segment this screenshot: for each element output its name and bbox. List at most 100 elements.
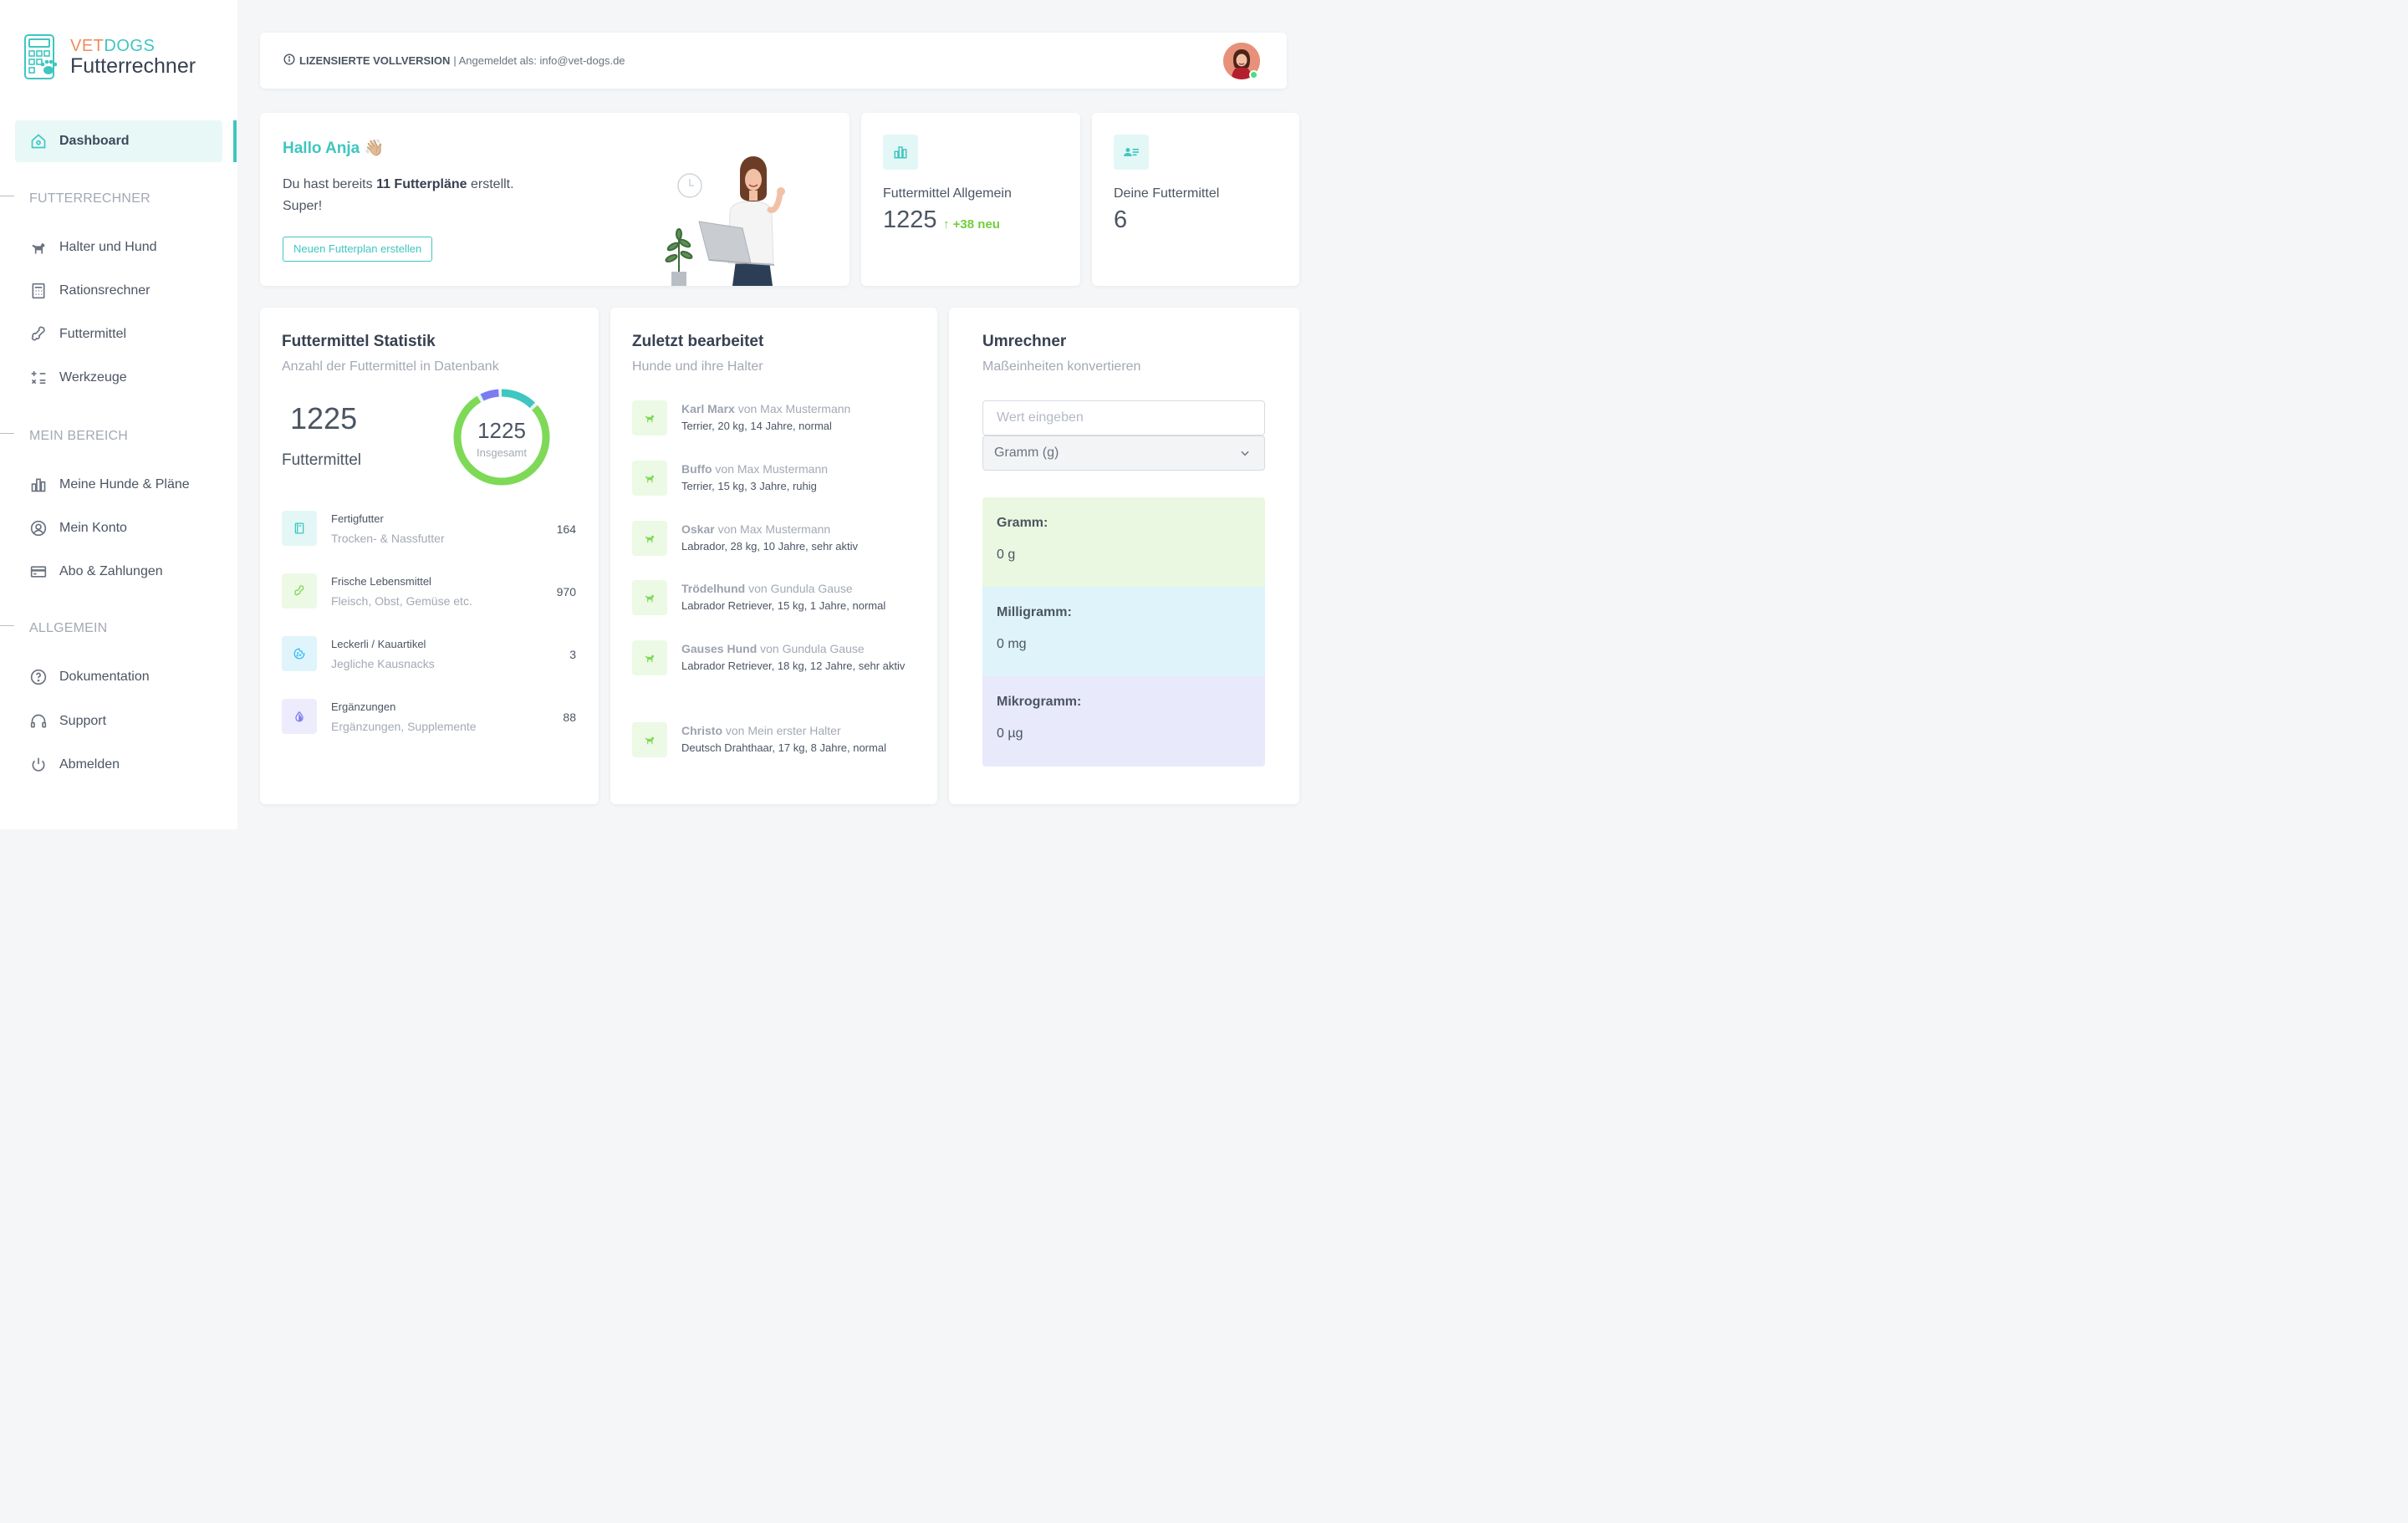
bone-icon (282, 573, 317, 609)
dog-icon (29, 238, 48, 257)
sidebar-item-label: Abmelden (59, 757, 120, 772)
dog-icon (632, 461, 667, 496)
category-row-fertigfutter[interactable]: Fertigfutter Trocken- & Nassfutter 164 (282, 511, 576, 546)
panel-title: Zuletzt bearbeitet (632, 333, 764, 350)
recently-edited-panel: Zuletzt bearbeitet Hunde und ihre Halter… (610, 308, 937, 804)
result-label: Mikrogramm: (997, 695, 1082, 709)
dog-icon (632, 580, 667, 615)
sidebar-item-label: Halter und Hund (59, 240, 157, 254)
brand-title: Futterrechner (70, 53, 196, 78)
dog-icon (632, 640, 667, 675)
welcome-greeting: Hallo Anja 👋🏼 (283, 140, 385, 157)
sidebar-item-mein-konto[interactable]: Mein Konto (15, 507, 222, 549)
stat-card-deine-futtermittel: Deine Futtermittel 6 (1092, 113, 1299, 286)
chevron-down-icon (1239, 436, 1251, 470)
sidebar-item-futtermittel[interactable]: Futtermittel (15, 313, 222, 355)
category-count: 88 (563, 711, 576, 724)
category-count: 970 (556, 585, 576, 599)
dog-icon (632, 521, 667, 556)
brand-name: VETDOGS (70, 36, 156, 55)
license-status: LIZENSIERTE VOLLVERSION (299, 54, 451, 67)
sidebar-item-label: Meine Hunde & Pläne (59, 477, 190, 492)
sidebar-item-abmelden[interactable]: Abmelden (15, 744, 222, 786)
section-heading-mein-bereich: MEIN BEREICH (29, 429, 128, 443)
result-milligramm: Milligramm: 0 mg (982, 587, 1265, 676)
futtermittel-statistik-panel: Futtermittel Statistik Anzahl der Futter… (260, 308, 599, 804)
category-description: Ergänzungen, Supplemente (331, 720, 477, 733)
sidebar-item-label: Abo & Zahlungen (59, 564, 163, 578)
value-input[interactable]: Wert eingeben (982, 400, 1265, 436)
result-gramm: Gramm: 0 g (982, 497, 1265, 587)
login-info: | Angemeldet als: info@vet-dogs.de (453, 54, 625, 67)
stat-value: 1225 (883, 206, 937, 233)
panel-subtitle: Hunde und ihre Halter (632, 359, 763, 374)
dog-details: Labrador, 28 kg, 10 Jahre, sehr aktiv (681, 540, 859, 553)
total-count: 1225 (290, 401, 358, 436)
result-label: Milligramm: (997, 605, 1072, 619)
unit-select[interactable]: Gramm (g) (982, 436, 1265, 471)
sidebar-item-werkzeuge[interactable]: Werkzeuge (15, 357, 222, 399)
sidebar-item-abo-zahlungen[interactable]: Abo & Zahlungen (15, 551, 222, 593)
panel-subtitle: Maßeinheiten konvertieren (982, 359, 1141, 374)
calculator-icon (29, 282, 48, 300)
total-label: Futtermittel (282, 451, 362, 469)
category-name: Frische Lebensmittel (331, 575, 431, 588)
stat-label: Futtermittel Allgemein (883, 186, 1012, 201)
dog-owner-line: Trödelhund von Gundula Gause (681, 582, 853, 595)
bone-icon (29, 325, 48, 344)
unit-converter-panel: Umrechner Maßeinheiten konvertieren Wert… (949, 308, 1299, 804)
result-mikrogramm: Mikrogramm: 0 µg (982, 676, 1265, 767)
welcome-text: Du hast bereits 11 Futterpläne erstellt.… (283, 177, 514, 213)
section-divider (0, 625, 14, 626)
sidebar-item-halter-und-hund[interactable]: Halter und Hund (15, 227, 222, 268)
chart-icon (883, 135, 918, 170)
dog-details: Deutsch Drahthaar, 17 kg, 8 Jahre, norma… (681, 741, 886, 754)
dog-details: Labrador Retriever, 18 kg, 12 Jahre, seh… (681, 660, 906, 672)
donut-total: 1225 (477, 418, 526, 443)
create-plan-button[interactable]: Neuen Futterplan erstellen (283, 237, 433, 262)
sidebar-item-label: Support (59, 714, 107, 728)
category-count: 3 (569, 648, 576, 661)
help-circle-icon (29, 668, 48, 686)
sidebar-item-label: Dashboard (59, 134, 130, 148)
stat-value: 6 (1114, 206, 1128, 233)
woman-laptop-illustration (665, 156, 785, 286)
arrow-up-icon: ↑ (943, 217, 950, 232)
category-row-ergaenzungen[interactable]: Ergänzungen Ergänzungen, Supplemente 88 (282, 699, 576, 734)
dog-owner-line: Christo von Mein erster Halter (681, 724, 841, 737)
panel-subtitle: Anzahl der Futtermittel in Datenbank (282, 359, 499, 374)
stat-label: Deine Futtermittel (1114, 186, 1220, 201)
online-status-dot (1249, 70, 1258, 79)
cookie-icon (282, 636, 317, 671)
sidebar-item-dokumentation[interactable]: Dokumentation (15, 656, 222, 698)
category-description: Trocken- & Nassfutter (331, 532, 445, 545)
category-count: 164 (556, 522, 576, 536)
calculator-paw-icon (24, 34, 57, 79)
sidebar-item-meine-hunde[interactable]: Meine Hunde & Pläne (15, 464, 222, 506)
app-logo[interactable]: VETDOGS Futterrechner (23, 33, 196, 80)
section-divider (0, 433, 14, 434)
dog-details: Terrier, 15 kg, 3 Jahre, ruhig (681, 480, 817, 492)
sidebar-item-rationsrechner[interactable]: Rationsrechner (15, 270, 222, 312)
sidebar-item-support[interactable]: Support (15, 700, 222, 742)
dog-icon (632, 400, 667, 436)
book-icon (282, 511, 317, 546)
sidebar-item-dashboard[interactable]: Dashboard (15, 120, 222, 162)
stat-delta: ↑ +38 neu (943, 217, 1000, 232)
drop-icon (282, 699, 317, 734)
dog-owner-line: Karl Marx von Max Mustermann (681, 402, 851, 415)
sidebar-item-label: Mein Konto (59, 521, 127, 535)
bar-chart-icon (29, 476, 48, 494)
panel-title: Umrechner (982, 333, 1067, 350)
stat-card-futtermittel-allgemein: Futtermittel Allgemein 1225 ↑ +38 neu (861, 113, 1080, 286)
contact-card-icon (1114, 135, 1149, 170)
result-value: 0 g (997, 548, 1016, 562)
home-icon (29, 132, 48, 150)
sidebar-item-label: Rationsrechner (59, 283, 150, 298)
category-row-frische-lebensmittel[interactable]: Frische Lebensmittel Fleisch, Obst, Gemü… (282, 573, 576, 609)
panel-title: Futtermittel Statistik (282, 333, 436, 350)
category-name: Leckerli / Kauartikel (331, 638, 426, 650)
dog-icon (632, 722, 667, 757)
category-row-leckerli[interactable]: Leckerli / Kauartikel Jegliche Kausnacks… (282, 636, 576, 671)
sidebar-item-label: Werkzeuge (59, 370, 127, 385)
